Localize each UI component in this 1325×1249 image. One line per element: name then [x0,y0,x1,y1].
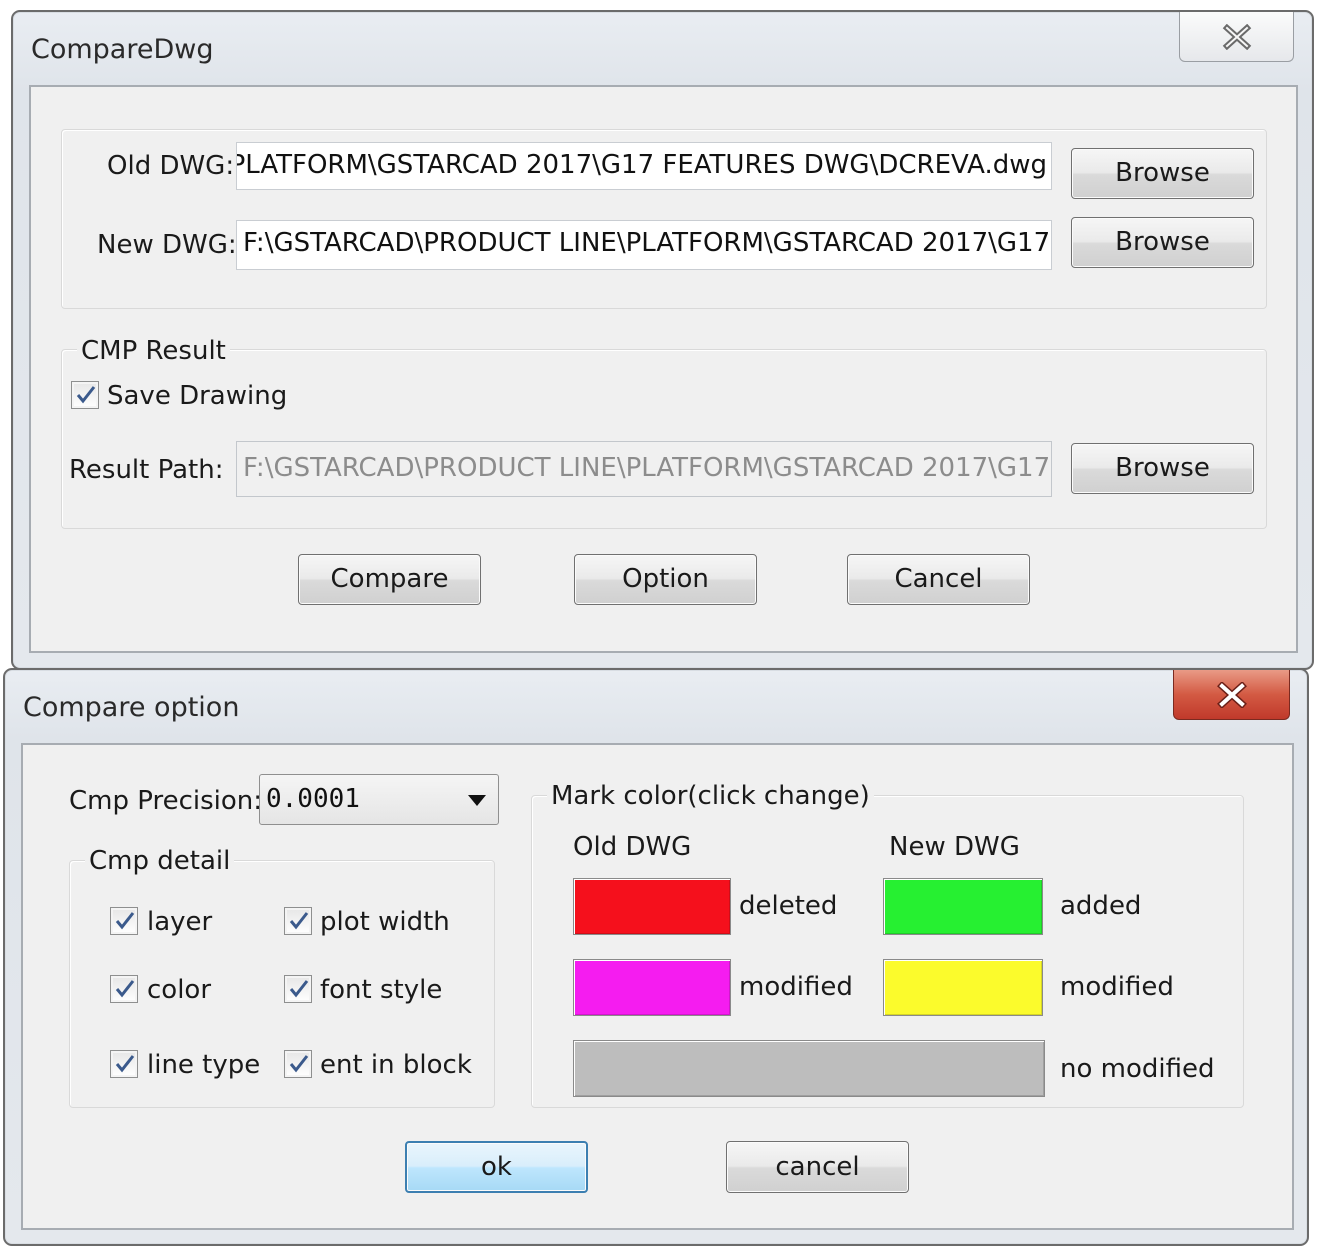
cmp-result-legend: CMP Result [77,336,230,366]
checkmark-icon [289,980,309,998]
save-drawing-label: Save Drawing [107,381,288,411]
checkmark-icon [115,980,135,998]
new-dwg-input[interactable]: F:\GSTARCAD\PRODUCT LINE\PLATFORM\GSTARC… [236,220,1052,270]
line-type-label: line type [147,1050,261,1080]
line-type-checkbox[interactable] [110,1050,138,1078]
old-modified-label: modified [739,972,853,1002]
cmp-detail-legend: Cmp detail [85,846,235,876]
old-dwg-input[interactable]: E:\GSTARCAD\PRODUCT LINE\PLATFORM\GSTARC… [236,142,1052,190]
plot-width-label: plot width [320,907,450,937]
font-style-checkbox[interactable] [284,975,312,1003]
checkmark-icon [76,386,96,404]
result-path-label: Result Path: [69,455,224,485]
close-button[interactable] [1179,12,1294,62]
plot-width-checkbox[interactable] [284,907,312,935]
cmp-result-group [61,349,1267,529]
old-modified-color-swatch[interactable] [573,959,731,1016]
compare-option-client: Cmp Precision: 0.0001 Cmp detail layer p… [21,743,1294,1230]
precision-select[interactable]: 0.0001 [259,774,499,825]
precision-label: Cmp Precision: [69,786,263,816]
new-modified-label: modified [1060,972,1174,1002]
comparedwg-client: Old DWG: E:\GSTARCAD\PRODUCT LINE\PLATFO… [29,85,1298,653]
compare-option-window: Compare option Cmp Precision: 0.0001 Cmp… [3,668,1309,1246]
new-dwg-label: New DWG: [97,230,237,260]
close-icon [1222,24,1252,50]
added-color-swatch[interactable] [883,878,1043,935]
new-dwg-header: New DWG [889,832,1020,862]
old-dwg-label: Old DWG: [107,151,235,181]
checkmark-icon [115,1055,135,1073]
deleted-color-swatch[interactable] [573,878,731,935]
color-checkbox[interactable] [110,975,138,1003]
checkmark-icon [289,1055,309,1073]
result-path-browse-button[interactable]: Browse [1071,443,1254,494]
compare-button[interactable]: Compare [298,554,481,605]
new-modified-color-swatch[interactable] [883,959,1043,1016]
window-title: Compare option [23,692,240,723]
added-label: added [1060,891,1142,921]
checkmark-icon [115,912,135,930]
deleted-label: deleted [739,891,838,921]
save-drawing-checkbox[interactable] [71,381,99,409]
old-dwg-header: Old DWG [573,832,692,862]
layer-label: layer [147,907,213,937]
chevron-down-icon [468,795,486,806]
no-modified-color-swatch[interactable] [573,1040,1045,1097]
ent-in-block-checkbox[interactable] [284,1050,312,1078]
window-title: CompareDwg [31,34,214,65]
option-button[interactable]: Option [574,554,757,605]
new-dwg-browse-button[interactable]: Browse [1071,217,1254,268]
mark-color-legend: Mark color(click change) [547,781,874,811]
layer-checkbox[interactable] [110,907,138,935]
close-button[interactable] [1173,670,1290,720]
checkmark-icon [289,912,309,930]
precision-value: 0.0001 [266,784,360,814]
color-label: color [147,975,212,1005]
cancel-button[interactable]: cancel [726,1141,909,1193]
font-style-label: font style [320,975,443,1005]
ent-in-block-label: ent in block [320,1050,472,1080]
comparedwg-window: CompareDwg Old DWG: E:\GSTARCAD\PRODUCT … [11,10,1314,670]
old-dwg-browse-button[interactable]: Browse [1071,148,1254,199]
no-modified-label: no modified [1060,1054,1215,1084]
result-path-input: F:\GSTARCAD\PRODUCT LINE\PLATFORM\GSTARC… [236,441,1052,497]
cancel-button[interactable]: Cancel [847,554,1030,605]
close-icon [1217,682,1247,708]
ok-button[interactable]: ok [405,1141,588,1193]
